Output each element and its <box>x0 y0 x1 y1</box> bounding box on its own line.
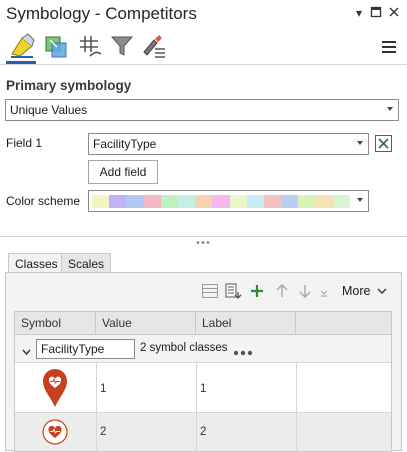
advanced-symbology-tab[interactable] <box>140 32 168 60</box>
hamburger-menu-icon[interactable] <box>382 40 396 54</box>
class-label[interactable]: 2 <box>200 426 206 438</box>
primary-symbology-heading: Primary symbology <box>6 78 132 93</box>
group-field-input[interactable]: FacilityType <box>36 339 135 359</box>
color-swatch <box>298 195 317 208</box>
pane-splitter[interactable] <box>0 230 407 244</box>
symbol-layer-drawing-tab[interactable] <box>76 32 104 60</box>
field-expression-icon[interactable] <box>375 135 392 152</box>
column-header-symbol[interactable]: Symbol <box>15 312 96 334</box>
tab-scales[interactable]: Scales <box>61 253 112 274</box>
color-swatch <box>160 195 179 208</box>
add-field-button[interactable]: Add field <box>88 160 158 184</box>
group-count: 2 symbol classes <box>140 342 228 354</box>
grid-draw-icon <box>80 36 102 57</box>
add-class-icon[interactable] <box>250 284 264 298</box>
primary-symbology-tab[interactable] <box>8 32 36 60</box>
color-scheme-ramp <box>92 191 351 211</box>
class-value: 2 <box>100 426 107 438</box>
color-swatch <box>126 195 145 208</box>
layers-icon <box>45 36 67 58</box>
masking-tab[interactable] <box>108 32 136 60</box>
color-scheme-dropdown[interactable] <box>88 190 369 212</box>
color-swatch <box>109 195 127 208</box>
chevron-down-icon <box>387 107 393 111</box>
chevron-down-icon <box>357 141 363 145</box>
pane-options-dropdown-icon[interactable]: ▾ <box>352 6 366 20</box>
color-swatch <box>195 195 213 208</box>
tabs-divider <box>0 64 407 65</box>
color-swatch <box>212 195 231 208</box>
table-view-icon[interactable] <box>202 284 218 298</box>
collapse-group-icon[interactable] <box>22 345 31 356</box>
classes-grid: Symbol Value Label FacilityType 2 symbol… <box>14 311 392 452</box>
column-header-value[interactable]: Value <box>96 312 196 334</box>
vary-symbology-tab[interactable] <box>42 32 70 60</box>
color-swatch <box>281 195 299 208</box>
pane-title: Symbology - Competitors <box>6 4 197 23</box>
class-value: 1 <box>100 383 107 395</box>
color-swatch <box>178 195 196 208</box>
class-row[interactable]: 2 2 <box>15 413 391 451</box>
grid-header: Symbol Value Label <box>15 312 391 335</box>
maximize-icon[interactable] <box>369 6 383 20</box>
color-swatch <box>143 195 162 208</box>
color-swatch <box>229 195 248 208</box>
color-swatch <box>264 195 282 208</box>
class-row[interactable]: 1 1 <box>15 363 391 413</box>
chevron-down-icon <box>377 283 387 294</box>
color-swatch <box>332 195 351 208</box>
symbology-method-dropdown[interactable]: Unique Values <box>5 99 399 121</box>
close-icon[interactable] <box>387 6 401 20</box>
class-label[interactable]: 1 <box>200 383 206 395</box>
field1-dropdown[interactable]: FacilityType <box>88 133 369 155</box>
collapse-all-icon[interactable] <box>319 287 329 297</box>
field1-value: FacilityType <box>93 137 157 151</box>
color-swatch <box>92 195 110 208</box>
color-scheme-label: Color scheme <box>6 194 81 208</box>
symbology-method-value: Unique Values <box>10 103 88 117</box>
heart-circle-icon[interactable] <box>42 419 68 445</box>
brush-list-icon <box>143 35 165 58</box>
grip-icon <box>195 234 211 244</box>
group-row: FacilityType 2 symbol classes <box>15 335 391 363</box>
add-all-values-icon[interactable] <box>225 283 243 299</box>
move-up-icon[interactable] <box>276 283 288 298</box>
group-options-icon[interactable] <box>233 345 253 356</box>
column-header-label[interactable]: Label <box>196 312 296 334</box>
paint-bucket-icon <box>11 33 35 58</box>
color-swatch <box>246 195 265 208</box>
heart-pin-icon[interactable] <box>42 368 68 408</box>
field1-label: Field 1 <box>6 136 43 150</box>
chevron-down-icon <box>357 198 363 202</box>
funnel-icon <box>110 36 134 56</box>
classes-panel: More Symbol Value Label FacilityType 2 s… <box>5 272 402 452</box>
more-menu-button[interactable]: More <box>342 283 387 299</box>
more-label: More <box>342 284 371 298</box>
color-swatch <box>315 195 334 208</box>
move-down-icon[interactable] <box>299 284 311 299</box>
symbology-tabs <box>0 30 407 66</box>
